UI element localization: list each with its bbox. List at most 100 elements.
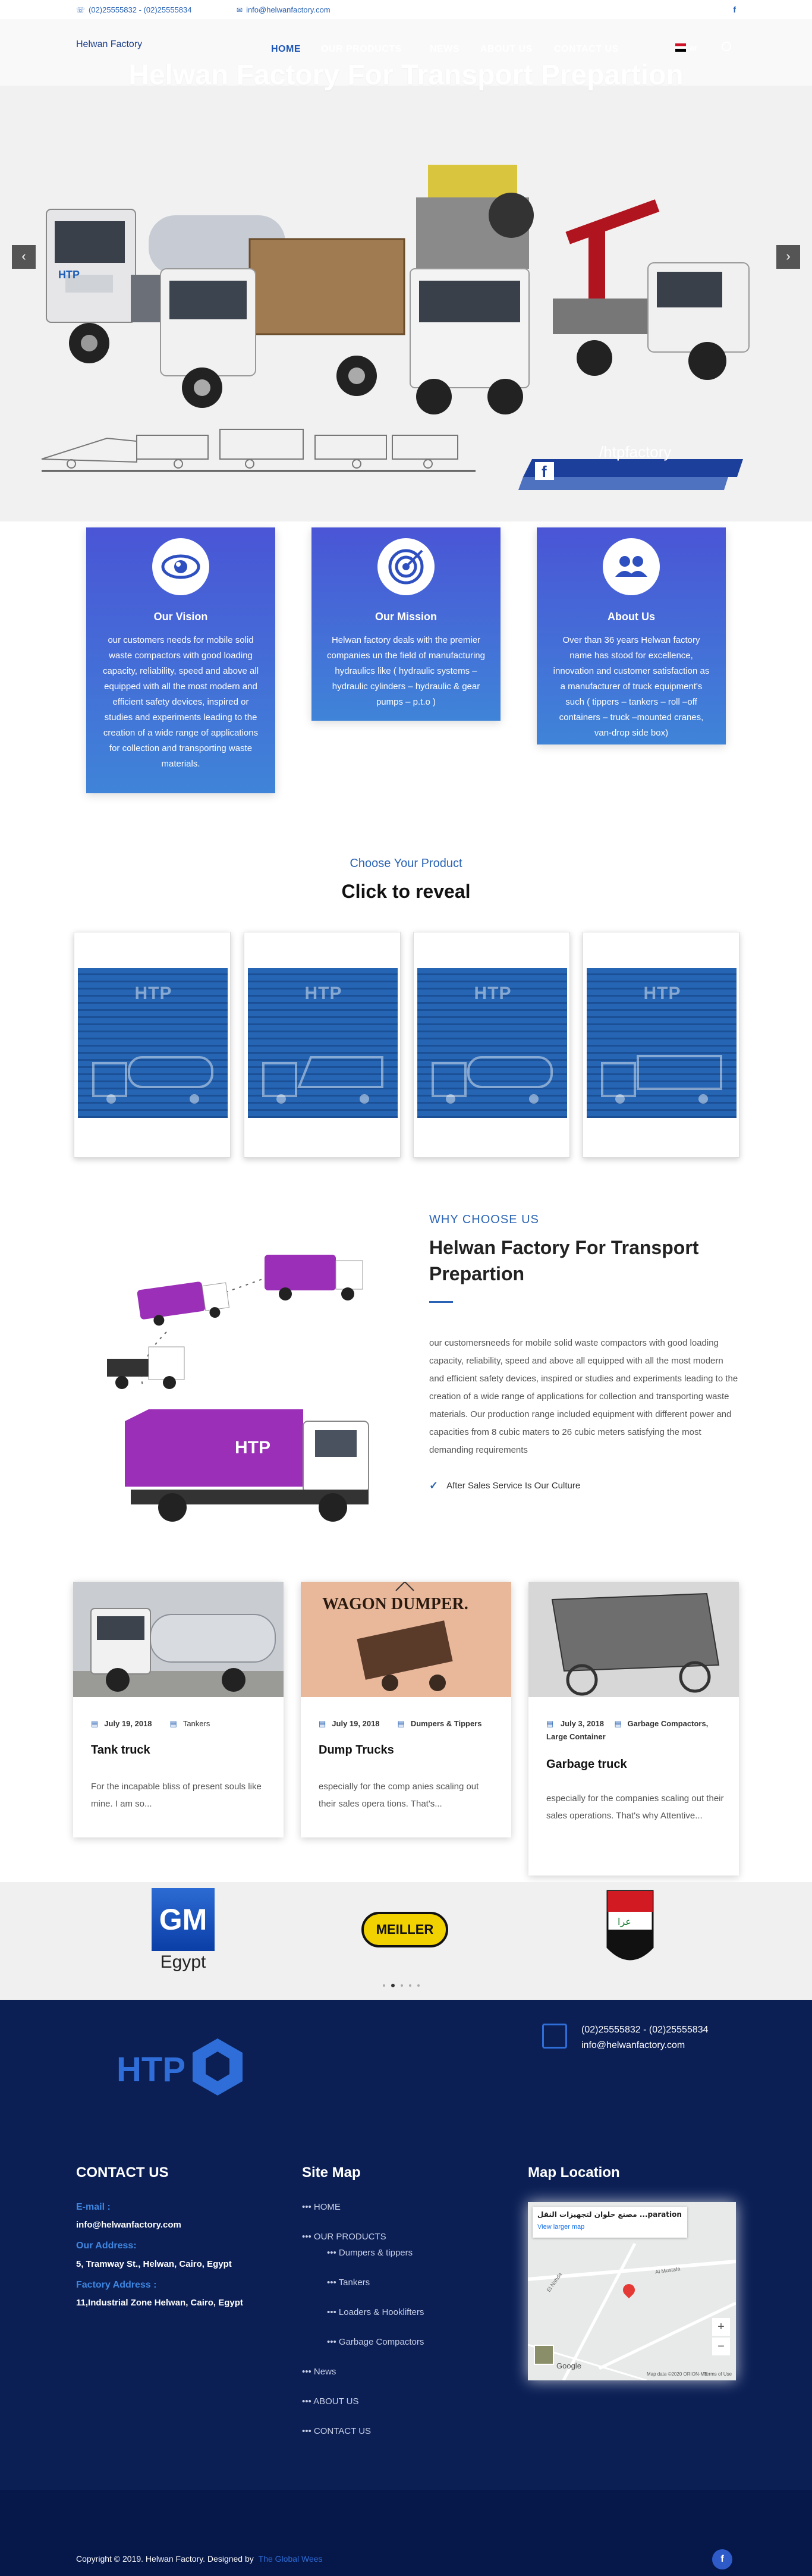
tanker-truck-icon <box>432 1056 553 1104</box>
site-brand[interactable]: Helwan Factory <box>76 39 142 50</box>
hero-truck-logo: HTP <box>58 269 80 281</box>
hero-trucks-illustration: f <box>41 165 750 490</box>
meiller-logo[interactable]: MEILLER <box>361 1912 448 1947</box>
nav-home[interactable]: HOME <box>271 44 301 55</box>
social-banner-label[interactable]: /htpfactory <box>599 443 671 461</box>
topbar-phone[interactable]: ☏ (02)25555832 - (02)25555834 <box>76 5 191 14</box>
svg-text:عرا: عرا <box>618 1916 631 1928</box>
vision-title: Our Vision <box>153 611 208 623</box>
hero-title: Helwan Factory For Transport Prepartion <box>128 59 684 91</box>
footer-contact-box: (02)25555832 - (02)25555834 info@helwanf… <box>542 2024 709 2051</box>
about-text: Over than 36 years Helwan factory name h… <box>553 635 710 738</box>
sitemap-dumpers[interactable]: ••• Dumpers & tippers <box>327 2248 413 2258</box>
map-satellite-thumbnail[interactable] <box>534 2345 554 2365</box>
why-text: our customersneeds for mobile solid wast… <box>429 1338 738 1455</box>
search-icon[interactable] <box>722 42 731 51</box>
svg-text:HTP: HTP <box>117 2050 185 2089</box>
about-title: About Us <box>608 611 655 623</box>
folder-icon: ▤ <box>397 1719 405 1728</box>
news-excerpt: For the incapable bliss of present souls… <box>91 1782 262 1809</box>
footer-facebook-icon[interactable]: f <box>712 2549 732 2569</box>
vision-text: our customers needs for mobile solid was… <box>102 635 259 769</box>
news-title[interactable]: Garbage truck <box>546 1758 627 1771</box>
news-title[interactable]: Dump Trucks <box>319 1743 394 1757</box>
bottom-bar: Copyright © 2019. Helwan Factory. Design… <box>0 2490 812 2576</box>
product-card[interactable]: HTP <box>244 932 401 1158</box>
sitemap-home[interactable]: ••• HOME <box>302 2202 341 2212</box>
news-card[interactable]: WAGON DUMPER. ▤ July 19, 2018 ▤ Dumpers … <box>301 1581 511 1837</box>
nav-contact-us[interactable]: CONTACT US <box>554 44 619 55</box>
news-meta: ▤ July 19, 2018 ▤ Dumpers & Tippers <box>319 1717 497 1730</box>
tanker-truck-icon <box>92 1056 213 1104</box>
footer-email-value[interactable]: info@helwanfactory.com <box>76 2220 181 2230</box>
news-card[interactable]: ▤ July 3, 2018 ▤ Garbage Compactors, Lar… <box>528 1582 739 1876</box>
map-info-box: مصنع حلوان لتجهيزات النقل ...paration Vi… <box>533 2207 687 2238</box>
copyright: Copyright © 2019. Helwan Factory. Design… <box>76 2554 323 2564</box>
egypt-flag-icon <box>675 43 686 52</box>
shutter-image: HTP <box>417 968 567 1118</box>
nav-our-products[interactable]: OUR PRODUCTS <box>321 44 402 55</box>
news-excerpt: especially for the companies scaling out… <box>546 1793 724 1821</box>
folder-icon: ▤ <box>614 1719 622 1728</box>
product-card[interactable]: HTP <box>413 932 570 1158</box>
map-zoom-in-button[interactable]: + <box>712 2318 730 2336</box>
slider-prev-button[interactable]: ‹ <box>12 245 36 269</box>
partners-carousel: GM Egypt MEILLER عرا <box>0 1882 812 2000</box>
users-icon <box>603 538 660 595</box>
dump-truck-icon <box>262 1056 383 1104</box>
phone-icon: ☏ <box>76 5 86 14</box>
sitemap-contact-us[interactable]: ••• CONTACT US <box>302 2426 371 2436</box>
iraq-flag-logo[interactable]: عرا <box>605 1888 656 1971</box>
designer-link[interactable]: The Global Wees <box>259 2554 323 2564</box>
shutter-image: HTP <box>78 968 228 1118</box>
sitemap-garbage-compactors[interactable]: ••• Garbage Compactors <box>327 2337 424 2347</box>
calendar-icon: ▤ <box>91 1719 99 1728</box>
footer-phone[interactable]: (02)25555832 - (02)25555834 <box>581 2025 709 2035</box>
sitemap-about-us[interactable]: ••• ABOUT US <box>302 2396 359 2407</box>
nav-about-us[interactable]: ABOUT US <box>480 44 533 55</box>
why-subtitle: WHY CHOOSE US <box>429 1213 539 1226</box>
sitemap-loaders[interactable]: ••• Loaders & Hooklifters <box>327 2307 424 2317</box>
carousel-dots[interactable] <box>383 1984 420 1987</box>
svg-text:f: f <box>542 463 547 480</box>
footer-contact-title: CONTACT US <box>76 2165 169 2181</box>
calendar-icon: ▤ <box>319 1719 326 1728</box>
why-divider <box>429 1301 453 1303</box>
footer-address-value: 5, Tramway St., Helwan, Cairo, Egypt <box>76 2259 232 2269</box>
product-card[interactable]: HTP <box>583 932 739 1158</box>
product-card[interactable]: HTP <box>74 932 231 1158</box>
footer-email[interactable]: info@helwanfactory.com <box>581 2040 709 2051</box>
sitemap-news[interactable]: ••• News <box>302 2367 336 2377</box>
slider-next-button[interactable]: › <box>776 245 800 269</box>
google-map[interactable]: مصنع حلوان لتجهيزات النقل ...paration Vi… <box>528 2202 736 2380</box>
sitemap-our-products[interactable]: ••• OUR PRODUCTS <box>302 2232 386 2242</box>
map-zoom-out-button[interactable]: − <box>712 2338 730 2355</box>
compactor-trucks-illustration <box>107 1255 369 1522</box>
google-brand: Google <box>556 2361 581 2370</box>
news-card[interactable]: ▤ July 19, 2018 ▤ Tankers Tank truck For… <box>73 1582 284 1837</box>
facebook-icon[interactable]: f <box>733 5 736 14</box>
sitemap-tankers[interactable]: ••• Tankers <box>327 2277 370 2288</box>
news-excerpt: especially for the comp anies scaling ou… <box>319 1782 479 1809</box>
why-check-item: ✓ After Sales Service Is Our Culture <box>429 1479 581 1491</box>
gm-logo[interactable]: GM <box>152 1888 215 1951</box>
mail-open-icon <box>542 2024 567 2049</box>
language-switcher[interactable]: ar <box>675 43 697 52</box>
eye-icon <box>152 538 209 595</box>
news-meta: ▤ July 19, 2018 ▤ Tankers <box>91 1717 269 1730</box>
nav-news[interactable]: NEWS <box>430 44 459 55</box>
topbar-email[interactable]: ✉ info@helwanfactory.com <box>237 5 331 14</box>
garbage-truck-icon <box>601 1055 722 1104</box>
footer-sitemap-title: Site Map <box>302 2165 361 2181</box>
htp-footer-logo: HTP <box>117 2038 243 2096</box>
view-larger-map-link[interactable]: View larger map <box>537 2223 682 2231</box>
mission-title: Our Mission <box>374 611 437 623</box>
truck-sketches-image <box>41 429 458 469</box>
crane-truck-image <box>553 199 750 380</box>
news-title[interactable]: Tank truck <box>91 1743 150 1757</box>
gm-caption: Egypt <box>160 1952 206 1972</box>
footer-factory-label: Factory Address : <box>76 2280 157 2290</box>
check-icon: ✓ <box>429 1479 439 1491</box>
footer: HTP (02)25555832 - (02)25555834 info@hel… <box>0 2000 812 2490</box>
footer-address-label: Our Address: <box>76 2241 137 2251</box>
